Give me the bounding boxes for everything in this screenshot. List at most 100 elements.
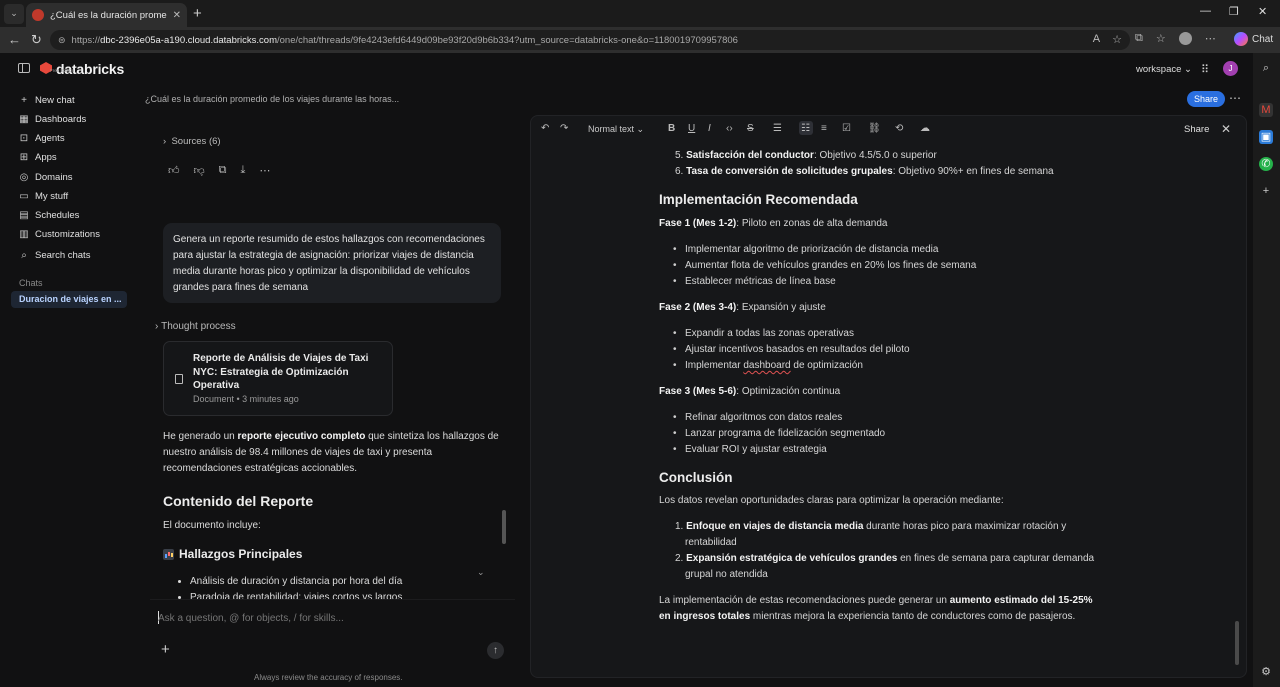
- chats-section-label: Chats: [19, 278, 43, 288]
- brand-edition: Free Edition: [50, 68, 75, 73]
- document-icon: [175, 374, 183, 384]
- tab-title: ¿Cuál es la duración promedio de: [50, 9, 167, 21]
- text-style-dropdown[interactable]: Normal text ⌄: [588, 124, 644, 135]
- whatsapp-icon[interactable]: ✆: [1259, 157, 1273, 171]
- back-icon[interactable]: ←: [8, 32, 21, 47]
- chat-item-active[interactable]: Duracion de viajes en ...: [11, 291, 127, 308]
- checklist-icon[interactable]: ☑: [842, 123, 851, 134]
- italic-icon[interactable]: I: [708, 123, 711, 134]
- download-icon[interactable]: ⤓: [241, 164, 246, 177]
- thumbs-up-icon[interactable]: 👍︎: [168, 164, 180, 177]
- chat-scrollbar[interactable]: [502, 510, 506, 544]
- bold-icon[interactable]: B: [668, 123, 675, 134]
- nav-search-chats[interactable]: ⌕ Search chats: [19, 250, 90, 261]
- align-icon[interactable]: ☰: [773, 123, 782, 134]
- restore-icon[interactable]: ❐: [1229, 5, 1239, 18]
- list-item: 6. Tasa de conversión de solicitudes gru…: [675, 166, 1054, 177]
- url-bar[interactable]: ⊜ https://dbc-2396e05a-a190.cloud.databr…: [50, 30, 1130, 50]
- bullet-list-icon[interactable]: ☷: [801, 123, 810, 134]
- sidebar-search-icon[interactable]: ⌕: [1259, 61, 1273, 75]
- copy-icon[interactable]: ⧉: [219, 164, 227, 177]
- numbered-list-icon[interactable]: ≡: [821, 123, 827, 134]
- chat-input[interactable]: [158, 613, 498, 624]
- list-item: Aumentar flota de vehículos grandes en 2…: [659, 260, 976, 271]
- new-tab-icon[interactable]: +: [193, 5, 202, 22]
- tab-actions-menu-icon[interactable]: ⌄: [4, 3, 24, 24]
- list-item: Análisis de duración y distancia por hor…: [190, 574, 402, 590]
- outlook-icon[interactable]: ▣: [1259, 130, 1273, 144]
- sources-toggle[interactable]: › Sources (6): [163, 136, 221, 147]
- cloud-icon[interactable]: ☁: [920, 123, 930, 134]
- redo-icon[interactable]: ↷: [560, 123, 568, 134]
- code-icon[interactable]: ‹›: [726, 123, 733, 134]
- favorites-icon[interactable]: ☆: [1156, 32, 1166, 45]
- chat-title: ¿Cuál es la duración promedio de los via…: [145, 94, 400, 104]
- document-card[interactable]: Reporte de Análisis de Viajes de Taxi NY…: [163, 341, 393, 416]
- list-item: 5. Satisfacción del conductor: Objetivo …: [675, 150, 937, 161]
- refresh-icon[interactable]: ↻: [31, 32, 42, 48]
- user-message: Genera un reporte resumido de estos hall…: [163, 223, 501, 303]
- read-aloud-icon[interactable]: A: [1093, 33, 1100, 46]
- nav-agents[interactable]: ⊡ Agents: [19, 133, 65, 144]
- bar-chart-icon: [163, 548, 174, 560]
- url-text: https://dbc-2396e05a-a190.cloud.databric…: [71, 34, 738, 46]
- scroll-down-chevron-icon[interactable]: ⌄: [477, 567, 485, 578]
- app-switcher-grid-icon[interactable]: ⠿: [1201, 63, 1209, 76]
- favorite-star-icon[interactable]: ☆: [1112, 33, 1122, 46]
- minimize-icon[interactable]: —: [1200, 5, 1211, 17]
- send-arrow-icon[interactable]: ↑: [487, 642, 504, 659]
- domains-icon: ◎: [19, 172, 29, 183]
- site-info-icon[interactable]: ⊜: [58, 35, 66, 46]
- document-scrollbar[interactable]: [1235, 621, 1239, 665]
- tab-close-icon[interactable]: ✕: [173, 10, 181, 21]
- workspace-selector[interactable]: workspace ⌄: [1136, 64, 1192, 75]
- sidebar-settings-icon[interactable]: ⚙: [1259, 665, 1273, 679]
- browser-side-panel: ⌕ M ▣ ✆ + ⚙: [1253, 53, 1280, 687]
- extensions-icon[interactable]: ⧉: [1135, 32, 1143, 45]
- nav-domains[interactable]: ◎ Domains: [19, 172, 73, 183]
- list-item: Ajustar incentivos basados en resultados…: [659, 344, 910, 355]
- share-button[interactable]: Share: [1187, 91, 1226, 107]
- final-paragraph-line-1: La implementación de estas recomendacion…: [659, 595, 1093, 606]
- link-icon[interactable]: ⛓: [868, 123, 881, 134]
- nav-dashboards[interactable]: ▦ Dashboards: [19, 114, 86, 125]
- assistant-reply: He generado un reporte ejecutivo complet…: [163, 431, 499, 474]
- list-item: Establecer métricas de línea base: [659, 276, 836, 287]
- phase-2-line: Fase 2 (Mes 3-4): Expansión y ajuste: [659, 302, 826, 313]
- report-contents-intro: El documento incluye:: [163, 520, 261, 531]
- calendar-icon: ▤: [19, 210, 29, 221]
- history-icon[interactable]: ⟲: [895, 123, 903, 134]
- add-sidebar-app-icon[interactable]: +: [1259, 184, 1273, 198]
- nav-new-chat[interactable]: + New chat: [19, 95, 75, 106]
- more-options-icon[interactable]: ⋯: [1229, 91, 1241, 105]
- sidebar-toggle-icon[interactable]: [18, 63, 30, 73]
- copilot-chat-button[interactable]: Chat: [1234, 32, 1273, 46]
- search-icon: ⌕: [21, 250, 27, 261]
- underline-icon[interactable]: U: [688, 123, 695, 134]
- profile-icon[interactable]: [1178, 32, 1192, 45]
- browser-menu-icon[interactable]: ⋯: [1205, 32, 1216, 45]
- dashboard-icon: ▦: [19, 114, 29, 125]
- list-item: Expandir a todas las zonas operativas: [659, 328, 854, 339]
- thumbs-down-icon[interactable]: 👎︎: [194, 164, 205, 177]
- final-paragraph-line-2: en ingresos totales mientras mejora la e…: [659, 611, 1076, 622]
- message-actions: 👍︎ 👎︎ ⧉ ⤓ ⋯: [168, 164, 270, 177]
- list-item: Implementar dashboard de optimización: [659, 360, 863, 371]
- attach-plus-icon[interactable]: +: [161, 641, 170, 658]
- nav-apps[interactable]: ⊞ Apps: [19, 152, 57, 163]
- document-share-button[interactable]: Share: [1184, 124, 1209, 135]
- gmail-icon[interactable]: M: [1259, 103, 1273, 117]
- nav-schedules[interactable]: ▤ Schedules: [19, 210, 79, 221]
- app-top-bar: databricks Free Edition workspace ⌄ ⠿ J: [0, 53, 1253, 85]
- window-close-icon[interactable]: ✕: [1258, 5, 1267, 18]
- undo-icon[interactable]: ↶: [541, 123, 549, 134]
- close-document-icon[interactable]: ✕: [1221, 122, 1231, 136]
- thought-process-toggle[interactable]: › Thought process: [155, 321, 236, 332]
- browser-tab-active[interactable]: ¿Cuál es la duración promedio de ✕: [26, 3, 187, 27]
- nav-my-stuff[interactable]: ▭ My stuff: [19, 191, 68, 202]
- copilot-label: Chat: [1252, 33, 1274, 45]
- strikethrough-icon[interactable]: S: [747, 123, 754, 134]
- nav-customizations[interactable]: ▥ Customizations: [19, 229, 100, 240]
- more-actions-icon[interactable]: ⋯: [259, 164, 270, 177]
- user-avatar[interactable]: J: [1223, 61, 1238, 76]
